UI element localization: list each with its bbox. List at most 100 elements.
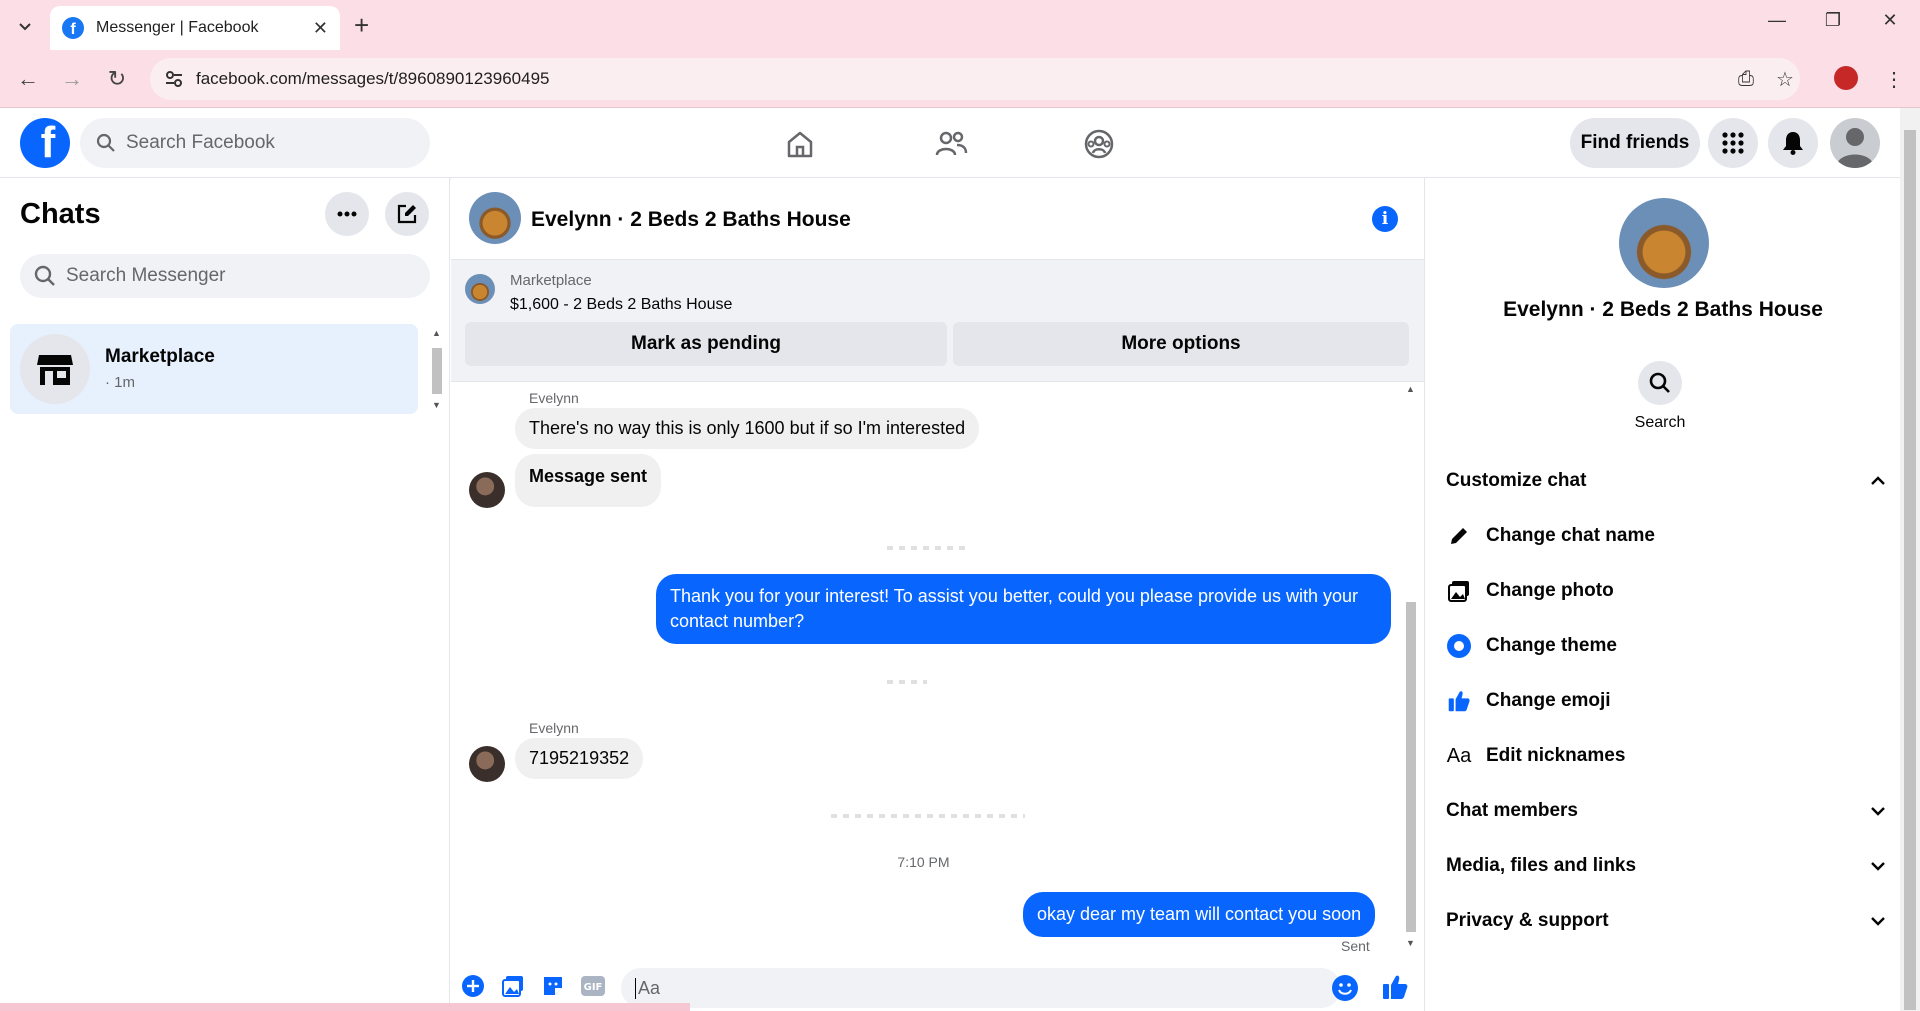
facebook-search-input[interactable]: Search Facebook bbox=[80, 118, 430, 168]
forward-button[interactable]: → bbox=[58, 65, 86, 93]
reload-button[interactable]: ↻ bbox=[103, 65, 131, 93]
marketplace-listing-bar: Marketplace $1,600 - 2 Beds 2 Baths Hous… bbox=[451, 260, 1424, 382]
info-icon[interactable]: i bbox=[1372, 206, 1398, 232]
message-input[interactable]: Aa bbox=[621, 968, 1341, 1008]
customize-chat-label: Customize chat bbox=[1446, 470, 1587, 491]
media-files-links-section[interactable]: Media, files and links bbox=[1446, 846, 1886, 886]
minimize-button[interactable]: — bbox=[1757, 10, 1797, 31]
photo-icon[interactable] bbox=[499, 972, 527, 1000]
address-bar[interactable]: facebook.com/messages/t/8960890123960495 bbox=[150, 58, 1800, 100]
change-chat-name-option[interactable]: Change chat name bbox=[1446, 516, 1886, 556]
new-message-button[interactable] bbox=[385, 192, 429, 236]
facebook-logo[interactable]: f bbox=[20, 118, 70, 168]
faded-timestamp bbox=[887, 680, 927, 684]
home-icon[interactable] bbox=[782, 126, 818, 162]
avatar bbox=[1836, 128, 1874, 168]
like-thumb-icon[interactable] bbox=[1380, 972, 1410, 1002]
conversation-header: Evelynn · 2 Beds 2 Baths House i bbox=[451, 178, 1424, 260]
chats-title: Chats bbox=[20, 198, 101, 230]
message-list: Evelynn There's no way this is only 1600… bbox=[451, 382, 1424, 952]
option-label: Edit nicknames bbox=[1486, 745, 1626, 766]
chat-list-item[interactable]: Marketplace · 1m bbox=[10, 324, 418, 414]
chat-info-avatar[interactable] bbox=[1619, 198, 1709, 288]
more-options-button[interactable]: More options bbox=[953, 322, 1409, 366]
site-settings-icon[interactable] bbox=[164, 69, 184, 89]
conversation-panel: Evelynn · 2 Beds 2 Baths House i Marketp… bbox=[451, 178, 1424, 1011]
url-text: facebook.com/messages/t/8960890123960495 bbox=[196, 69, 550, 88]
page-scrollbar[interactable] bbox=[1900, 108, 1920, 1011]
chevron-down-icon bbox=[19, 23, 31, 31]
search-icon bbox=[34, 265, 55, 286]
chat-info-title: Evelynn · 2 Beds 2 Baths House bbox=[1503, 298, 1823, 321]
window-close-button[interactable]: ✕ bbox=[1870, 10, 1910, 31]
browser-tab[interactable]: f Messenger | Facebook ✕ bbox=[50, 6, 340, 50]
tab-search-button[interactable] bbox=[12, 13, 38, 39]
search-in-conversation-button[interactable] bbox=[1638, 361, 1682, 405]
marketplace-icon bbox=[20, 334, 90, 404]
grid-icon bbox=[1722, 132, 1744, 154]
search-placeholder: Search Facebook bbox=[126, 132, 275, 153]
search-icon bbox=[1649, 372, 1670, 393]
groups-icon[interactable] bbox=[1081, 126, 1117, 162]
messenger-search-input[interactable]: Search Messenger bbox=[20, 254, 430, 298]
conversation-title[interactable]: Evelynn · 2 Beds 2 Baths House bbox=[531, 208, 851, 232]
message-bubble-incoming[interactable]: Message sent bbox=[515, 454, 662, 507]
edit-nicknames-option[interactable]: Aa Edit nicknames bbox=[1446, 736, 1886, 776]
install-app-icon[interactable]: ⎙ bbox=[1733, 66, 1759, 92]
chevron-up-icon bbox=[1871, 476, 1885, 485]
sender-avatar[interactable] bbox=[469, 746, 505, 782]
pencil-icon bbox=[1446, 523, 1472, 549]
mark-as-pending-button[interactable]: Mark as pending bbox=[465, 322, 947, 366]
message-sender: Evelynn bbox=[529, 720, 579, 736]
change-theme-option[interactable]: Change theme bbox=[1446, 626, 1886, 666]
back-button[interactable]: ← bbox=[14, 65, 42, 93]
browser-menu-icon[interactable]: ⋮ bbox=[1881, 66, 1907, 92]
chat-time: · 1m bbox=[105, 374, 135, 391]
friends-icon[interactable] bbox=[933, 126, 969, 162]
plus-icon[interactable] bbox=[459, 972, 487, 1000]
chat-members-section[interactable]: Chat members bbox=[1446, 791, 1886, 831]
message-scrollbar[interactable]: ▲ ▼ bbox=[1403, 382, 1419, 952]
menu-grid-button[interactable] bbox=[1708, 118, 1758, 168]
sticker-icon[interactable] bbox=[539, 972, 567, 1000]
option-label: Change chat name bbox=[1486, 525, 1655, 546]
privacy-support-label: Privacy & support bbox=[1446, 910, 1609, 931]
message-bubble-outgoing[interactable]: Thank you for your interest! To assist y… bbox=[656, 574, 1391, 644]
message-bubble-incoming[interactable]: 7195219352 bbox=[515, 738, 644, 779]
faded-status-text bbox=[831, 814, 1025, 818]
listing-thumbnail[interactable] bbox=[465, 274, 495, 304]
conversation-avatar[interactable] bbox=[469, 192, 521, 244]
chat-list-scrollbar[interactable]: ▲ ▼ bbox=[430, 328, 444, 414]
message-bubble-incoming[interactable]: There's no way this is only 1600 but if … bbox=[515, 408, 980, 449]
gif-icon[interactable]: GIF bbox=[579, 972, 607, 1000]
chevron-down-icon bbox=[1871, 917, 1885, 926]
browser-profile-icon[interactable] bbox=[1834, 66, 1858, 90]
emoji-icon[interactable] bbox=[1331, 974, 1359, 1002]
option-label: Change photo bbox=[1486, 580, 1614, 601]
chat-members-label: Chat members bbox=[1446, 800, 1578, 821]
media-files-links-label: Media, files and links bbox=[1446, 855, 1637, 876]
notifications-button[interactable] bbox=[1768, 118, 1818, 168]
customize-chat-section[interactable]: Customize chat bbox=[1446, 461, 1886, 501]
chats-options-button[interactable] bbox=[325, 192, 369, 236]
find-friends-button[interactable]: Find friends bbox=[1570, 118, 1700, 168]
change-emoji-option[interactable]: Change emoji bbox=[1446, 681, 1886, 721]
composer-placeholder: Aa bbox=[635, 977, 660, 999]
bookmark-star-icon[interactable]: ☆ bbox=[1772, 66, 1798, 92]
message-bubble-outgoing[interactable]: okay dear my team will contact you soon bbox=[1023, 892, 1376, 937]
change-photo-option[interactable]: Change photo bbox=[1446, 571, 1886, 611]
restore-button[interactable]: ❐ bbox=[1813, 10, 1853, 31]
listing-title[interactable]: $1,600 - 2 Beds 2 Baths House bbox=[510, 296, 732, 314]
more-icon bbox=[337, 211, 357, 217]
sender-avatar[interactable] bbox=[469, 472, 505, 508]
account-avatar-button[interactable] bbox=[1830, 118, 1880, 168]
option-label: Change emoji bbox=[1486, 690, 1611, 711]
privacy-support-section[interactable]: Privacy & support bbox=[1446, 901, 1886, 941]
tab-title: Messenger | Facebook bbox=[96, 19, 259, 36]
facebook-favicon: f bbox=[62, 17, 84, 39]
option-label: Change theme bbox=[1486, 635, 1617, 656]
faded-timestamp bbox=[887, 546, 967, 550]
tab-close-icon[interactable]: ✕ bbox=[313, 18, 328, 39]
message-sender: Evelynn bbox=[529, 390, 579, 406]
new-tab-button[interactable]: + bbox=[354, 10, 369, 41]
